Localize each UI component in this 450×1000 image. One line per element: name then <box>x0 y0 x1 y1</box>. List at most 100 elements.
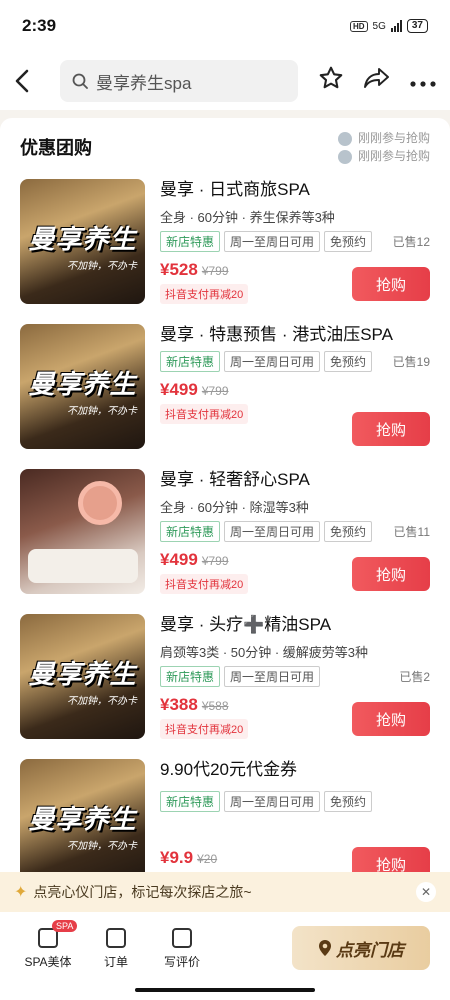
original-price: ¥799 <box>201 384 229 398</box>
bottom-tabbar: SPA SPA美体 订单 写评价 点亮门店 <box>0 912 450 1000</box>
deal-item[interactable]: 曼享养生 不加钟，不办卡 曼享 · 特惠预售 · 港式油压SPA 新店特惠 周一… <box>0 321 450 466</box>
sold-count: 已售19 <box>392 355 430 369</box>
orders-icon <box>106 928 126 948</box>
tab-spa-label: SPA美体 <box>24 955 72 969</box>
deal-thumbnail: 曼享养生 不加钟，不办卡 <box>20 614 145 739</box>
deal-info: 曼享 · 轻奢舒心SPA 全身 · 60分钟 · 除湿等3种 新店特惠 周一至周… <box>160 469 430 611</box>
home-indicator <box>135 988 315 992</box>
status-bar: 2:39 HD 5G 37 <box>0 0 450 52</box>
thumbnail-banner: 曼享养生 <box>28 659 137 689</box>
sold-count: 已售11 <box>393 525 430 539</box>
pay-discount-badge: 抖音支付再减20 <box>160 284 249 304</box>
light-up-toast: ✦ 点亮心仪门店，标记每次探店之旅~ ✕ <box>0 872 450 912</box>
deal-info: 曼享 · 日式商旅SPA 全身 · 60分钟 · 养生保养等3种 新店特惠 周一… <box>160 179 430 321</box>
network-label: 5G <box>372 20 386 32</box>
spa-badge: SPA <box>52 920 78 932</box>
cta-label: 点亮门店 <box>336 940 404 960</box>
buy-button[interactable]: 抢购 <box>352 267 430 301</box>
buyer-ticker: 刚刚参与抢购 刚刚参与抢购 <box>337 129 430 165</box>
tag-new-store: 新店特惠 <box>160 666 221 687</box>
sold-count: 已售2 <box>399 670 430 684</box>
deal-desc: 全身 · 60分钟 · 除湿等3种 <box>160 500 309 515</box>
close-icon[interactable]: ✕ <box>416 882 436 902</box>
thumbnail-banner: 曼享养生 <box>28 369 137 399</box>
tag-new-store: 新店特惠 <box>160 791 221 812</box>
deal-price: ¥9.9 <box>160 848 194 867</box>
thumbnail-subtext: 不加钟，不办卡 <box>67 261 137 272</box>
thumbnail-banner: 曼享养生 <box>28 224 137 254</box>
buy-button[interactable]: 抢购 <box>352 557 430 591</box>
tab-review[interactable]: 写评价 <box>152 928 212 970</box>
search-input[interactable]: 曼享养生spa <box>60 60 298 102</box>
section-header: 优惠团购 刚刚参与抢购 刚刚参与抢购 <box>0 118 450 176</box>
original-price: ¥799 <box>201 554 229 568</box>
deal-tags: 新店特惠 周一至周日可用 免预约 已售11 <box>160 521 430 542</box>
deal-tags: 新店特惠 周一至周日可用 免预约 <box>160 791 430 812</box>
share-icon[interactable] <box>362 66 392 97</box>
tag-days: 周一至周日可用 <box>224 666 321 687</box>
thumbnail-banner: 曼享养生 <box>28 804 137 834</box>
tag-no-booking: 免预约 <box>324 231 373 252</box>
nav-actions <box>316 65 438 98</box>
back-arrow-icon[interactable] <box>14 61 42 101</box>
original-price: ¥799 <box>201 264 229 278</box>
deal-item[interactable]: 曼享 · 轻奢舒心SPA 全身 · 60分钟 · 除湿等3种 新店特惠 周一至周… <box>0 466 450 611</box>
deal-info: 曼享 · 特惠预售 · 港式油压SPA 新店特惠 周一至周日可用 免预约 已售1… <box>160 324 430 466</box>
tag-days: 周一至周日可用 <box>224 351 321 372</box>
thumbnail-subtext: 不加钟，不办卡 <box>67 406 137 417</box>
deal-thumbnail: 曼享养生 不加钟，不办卡 <box>20 759 145 884</box>
hd-icon: HD <box>349 20 368 32</box>
tag-new-store: 新店特惠 <box>160 521 221 542</box>
buy-button[interactable]: 抢购 <box>352 702 430 736</box>
tag-days: 周一至周日可用 <box>224 231 321 252</box>
tag-new-store: 新店特惠 <box>160 351 221 372</box>
battery-icon: 37 <box>406 19 428 33</box>
deal-tags: 新店特惠 周一至周日可用 已售2 <box>160 666 430 687</box>
deal-tags: 新店特惠 周一至周日可用 免预约 已售19 <box>160 351 430 372</box>
deal-title: 曼享 · 头疗➕精油SPA <box>160 615 332 634</box>
deal-price: ¥499 <box>160 380 198 399</box>
deal-info: 曼享 · 头疗➕精油SPA 肩颈等3类 · 50分钟 · 缓解疲劳等3种 新店特… <box>160 614 430 756</box>
deal-title: 曼享 · 特惠预售 · 港式油压SPA <box>160 325 393 344</box>
star-icon[interactable] <box>316 65 346 98</box>
tag-new-store: 新店特惠 <box>160 231 221 252</box>
sparkle-icon: ✦ <box>14 884 28 901</box>
pay-discount-badge: 抖音支付再减20 <box>160 719 249 739</box>
more-icon[interactable] <box>408 67 438 95</box>
buy-button[interactable]: 抢购 <box>352 412 430 446</box>
lamp-decoration <box>78 481 122 525</box>
deal-thumbnail <box>20 469 145 594</box>
review-icon <box>172 928 192 948</box>
tag-days: 周一至周日可用 <box>224 521 321 542</box>
sold-count: 已售12 <box>392 235 430 249</box>
price-row: ¥499 ¥799 <box>160 380 430 400</box>
deal-title: 曼享 · 轻奢舒心SPA <box>160 470 310 489</box>
search-query: 曼享养生spa <box>96 73 192 93</box>
status-icons: HD 5G 37 <box>349 19 428 33</box>
tab-orders[interactable]: 订单 <box>86 928 146 970</box>
status-time: 2:39 <box>22 16 57 35</box>
deal-tags: 新店特惠 周一至周日可用 免预约 已售12 <box>160 231 430 252</box>
avatar <box>337 131 352 146</box>
toast-text: 点亮心仪门店，标记每次探店之旅~ <box>33 884 252 900</box>
pay-discount-badge: 抖音支付再减20 <box>160 574 249 594</box>
deal-thumbnail: 曼享养生 不加钟，不办卡 <box>20 324 145 449</box>
deal-title: 曼享 · 日式商旅SPA <box>160 180 310 199</box>
tag-days: 周一至周日可用 <box>224 791 321 812</box>
search-icon <box>72 73 88 89</box>
avatar <box>337 149 352 164</box>
section-title: 优惠团购 <box>20 138 92 158</box>
light-up-store-button[interactable]: 点亮门店 <box>292 926 430 970</box>
deal-thumbnail: 曼享养生 不加钟，不办卡 <box>20 179 145 304</box>
ticker-text: 刚刚参与抢购 <box>357 131 430 145</box>
tab-spa[interactable]: SPA SPA美体 <box>18 920 78 970</box>
tag-no-booking: 免预约 <box>324 791 373 812</box>
deal-desc: 全身 · 60分钟 · 养生保养等3种 <box>160 210 335 225</box>
deal-item[interactable]: 曼享养生 不加钟，不办卡 曼享 · 头疗➕精油SPA 肩颈等3类 · 50分钟 … <box>0 611 450 756</box>
deal-item[interactable]: 曼享养生 不加钟，不办卡 曼享 · 日式商旅SPA 全身 · 60分钟 · 养生… <box>0 176 450 321</box>
deal-price: ¥528 <box>160 260 198 279</box>
deal-price: ¥388 <box>160 695 198 714</box>
thumbnail-subtext: 不加钟，不办卡 <box>67 841 137 852</box>
tab-review-label: 写评价 <box>163 955 200 969</box>
tag-no-booking: 免预约 <box>324 351 373 372</box>
